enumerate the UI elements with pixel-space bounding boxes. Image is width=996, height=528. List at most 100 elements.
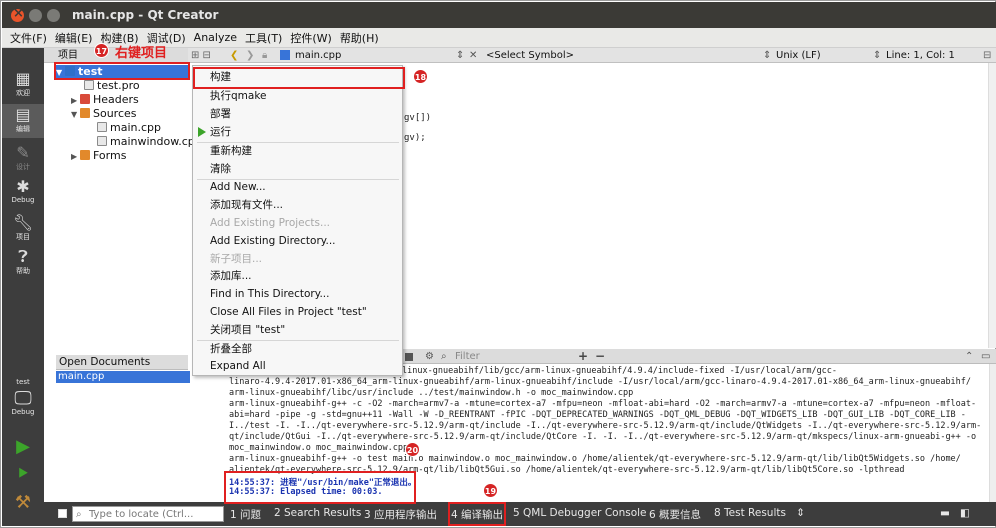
bug-icon: ✱ [16, 177, 30, 196]
filter-input[interactable]: Filter [455, 349, 480, 364]
search-icon: ⌕ [76, 509, 82, 520]
tree-item-forms[interactable]: ▶ Forms [71, 149, 126, 163]
gear-icon[interactable]: ⚙ [425, 349, 434, 364]
menu-analyze[interactable]: Analyze [194, 31, 237, 44]
output-scrollbar[interactable] [989, 364, 996, 502]
lock-icon: 🔒︎ [262, 50, 268, 61]
close-panel-icon[interactable]: ▭ [981, 349, 990, 364]
maximize-panel-icon[interactable]: ⌃ [965, 349, 973, 364]
run-icon: ▶ [16, 436, 30, 457]
design-icon: ✎ [16, 143, 30, 162]
menu-item-new-subproject: 新子项目... [210, 253, 263, 265]
menu-item-run-qmake[interactable]: 执行qmake [210, 88, 267, 104]
mode-welcome[interactable]: ▦ 欢迎 [2, 70, 44, 98]
output-line: abi=hard -pipe -g -std=gnu++11 -Wall -W … [229, 410, 966, 420]
symbol-selector[interactable]: <Select Symbol> [486, 48, 574, 63]
tree-item-main-cpp[interactable]: main.cpp [97, 121, 161, 135]
close-window-button[interactable] [11, 6, 24, 22]
mode-help[interactable]: ❓︎ 帮助 [2, 248, 44, 276]
menu-item-rebuild[interactable]: 重新构建 [210, 143, 252, 159]
add-icon[interactable]: + [578, 349, 588, 364]
locator-input[interactable]: ⌕ Type to locate (Ctrl... [72, 506, 224, 522]
menu-item-add-existing-directory[interactable]: Add Existing Directory... [210, 233, 336, 249]
menu-item-expand-all[interactable]: Expand All [210, 358, 266, 374]
menu-item-close-project[interactable]: 关闭项目 "test" [210, 322, 285, 338]
output-line: linaro-4.9.4-2017.01-x86_64_arm-linux-gn… [229, 377, 972, 387]
tree-item-test-pro[interactable]: test.pro [84, 79, 140, 93]
toggle-output-icon[interactable]: ◧ [960, 507, 970, 519]
split-icon[interactable]: ⊞ ⊟ [191, 48, 211, 63]
debug-run-button[interactable]: ⯈ [2, 466, 44, 484]
edit-icon: ▤ [15, 105, 31, 124]
qt-creator-window: main.cpp - Qt Creator 文件(F) 编辑(E) 构建(B) … [0, 0, 996, 528]
menu-widgets[interactable]: 控件(W) [290, 30, 331, 46]
menu-item-find-in-directory[interactable]: Find in This Directory... [210, 286, 329, 302]
menu-item-run[interactable]: 运行 [198, 124, 231, 140]
tab-issues[interactable]: 1 问题 [230, 507, 261, 522]
mode-edit[interactable]: ▤ 编辑 [2, 104, 44, 138]
window-title: main.cpp - Qt Creator [72, 8, 219, 22]
menu-item-add-library[interactable]: 添加库... [210, 268, 252, 284]
menu-edit[interactable]: 编辑(E) [55, 30, 93, 46]
tree-item-sources[interactable]: ▼ Sources [71, 107, 137, 121]
build-button[interactable]: ⚒ [2, 494, 44, 512]
cursor-position[interactable]: Line: 1, Col: 1 [886, 48, 955, 63]
editor-toolbar: ⊞ ⊟ ❮ ❯ 🔒︎ main.cpp ⇕ ✕ <Select Symbol> … [188, 48, 996, 63]
minimize-window-button[interactable] [29, 8, 42, 22]
code-line: gv); [404, 133, 426, 143]
menu-tools[interactable]: 工具(T) [245, 30, 282, 46]
toggle-sidebar-icon[interactable] [58, 509, 67, 518]
menu-item-close-all-files[interactable]: Close All Files in Project "test" [210, 304, 367, 320]
project-tree: ▼ test test.pro ▶ Headers ▼ Sources main.cp… [44, 63, 202, 353]
cpp-file-icon [97, 136, 107, 146]
tab-general-messages[interactable]: 6 概要信息 [649, 507, 701, 522]
headers-folder-icon [80, 94, 90, 104]
stop-icon[interactable] [405, 353, 413, 361]
forward-arrow-icon[interactable]: ❯ [246, 48, 254, 63]
help-icon: ❓︎ [18, 247, 28, 266]
run-icon [198, 127, 206, 137]
split-editor-icon[interactable]: ⊟ [983, 48, 991, 63]
back-arrow-icon[interactable]: ❮ [230, 48, 238, 63]
cpp-file-icon [280, 50, 290, 60]
chevron-updown-icon[interactable]: ⇕ [796, 507, 805, 519]
bottom-status-bar: ⌕ Type to locate (Ctrl... 1 问题 2 Search … [44, 502, 996, 526]
menu-help[interactable]: 帮助(H) [340, 30, 379, 46]
tab-qml-debugger-console[interactable]: 5 QML Debugger Console [513, 507, 647, 519]
mode-debug[interactable]: ✱ Debug [2, 177, 44, 205]
mode-projects[interactable]: 🔧︎ 项目 [2, 214, 44, 242]
grid-icon: ▦ [15, 69, 31, 88]
tab-test-results[interactable]: 8 Test Results [714, 507, 786, 519]
cpp-file-icon [97, 122, 107, 132]
maximize-window-button[interactable] [47, 8, 60, 22]
open-document-item[interactable]: main.cpp [56, 371, 190, 383]
annotation-box-project [54, 62, 190, 80]
target-selector[interactable]: test 🖵︎ Debug [2, 378, 44, 416]
output-pane-header: ⚙ ⌕ Filter + − ⌃ ▭ [403, 349, 996, 364]
menu-item-add-existing-files[interactable]: 添加现有文件... [210, 197, 283, 213]
editor-file-selector[interactable]: main.cpp [295, 48, 341, 63]
remove-icon[interactable]: − [595, 349, 605, 364]
menu-item-collapse-all[interactable]: 折叠全部 [210, 341, 252, 357]
chevron-updown-icon[interactable]: ⇕ [456, 48, 464, 63]
mode-design[interactable]: ✎ 设计 [2, 144, 44, 172]
run-button[interactable]: ▶ [2, 438, 44, 456]
output-line: moc_mainwindow.o moc_mainwindow.cpp [229, 443, 409, 453]
menu-item-clean[interactable]: 清除 [210, 161, 231, 177]
hammer-icon: ⚒ [14, 492, 32, 513]
title-bar: main.cpp - Qt Creator [2, 2, 996, 28]
tree-item-headers[interactable]: ▶ Headers [71, 93, 139, 107]
close-icon[interactable]: ✕ [469, 48, 477, 63]
line-ending-selector[interactable]: Unix (LF) [776, 48, 821, 63]
tab-search-results[interactable]: 2 Search Results [274, 507, 361, 519]
menu-item-add-new[interactable]: Add New... [210, 179, 266, 195]
monitor-icon: 🖵︎ [14, 388, 32, 409]
output-line: arm-linux-gnueabihf/libc/usr/include ../… [229, 388, 634, 398]
menu-item-deploy[interactable]: 部署 [210, 106, 231, 122]
search-icon: ⌕ [441, 351, 447, 362]
tree-item-mainwindow-cpp[interactable]: mainwindow.cpp [97, 135, 202, 149]
editor-scrollbar[interactable] [988, 63, 996, 348]
menu-file[interactable]: 文件(F) [10, 30, 47, 46]
tab-application-output[interactable]: 3 应用程序输出 [364, 507, 437, 522]
annotation-badge-19: 19 [483, 483, 498, 498]
